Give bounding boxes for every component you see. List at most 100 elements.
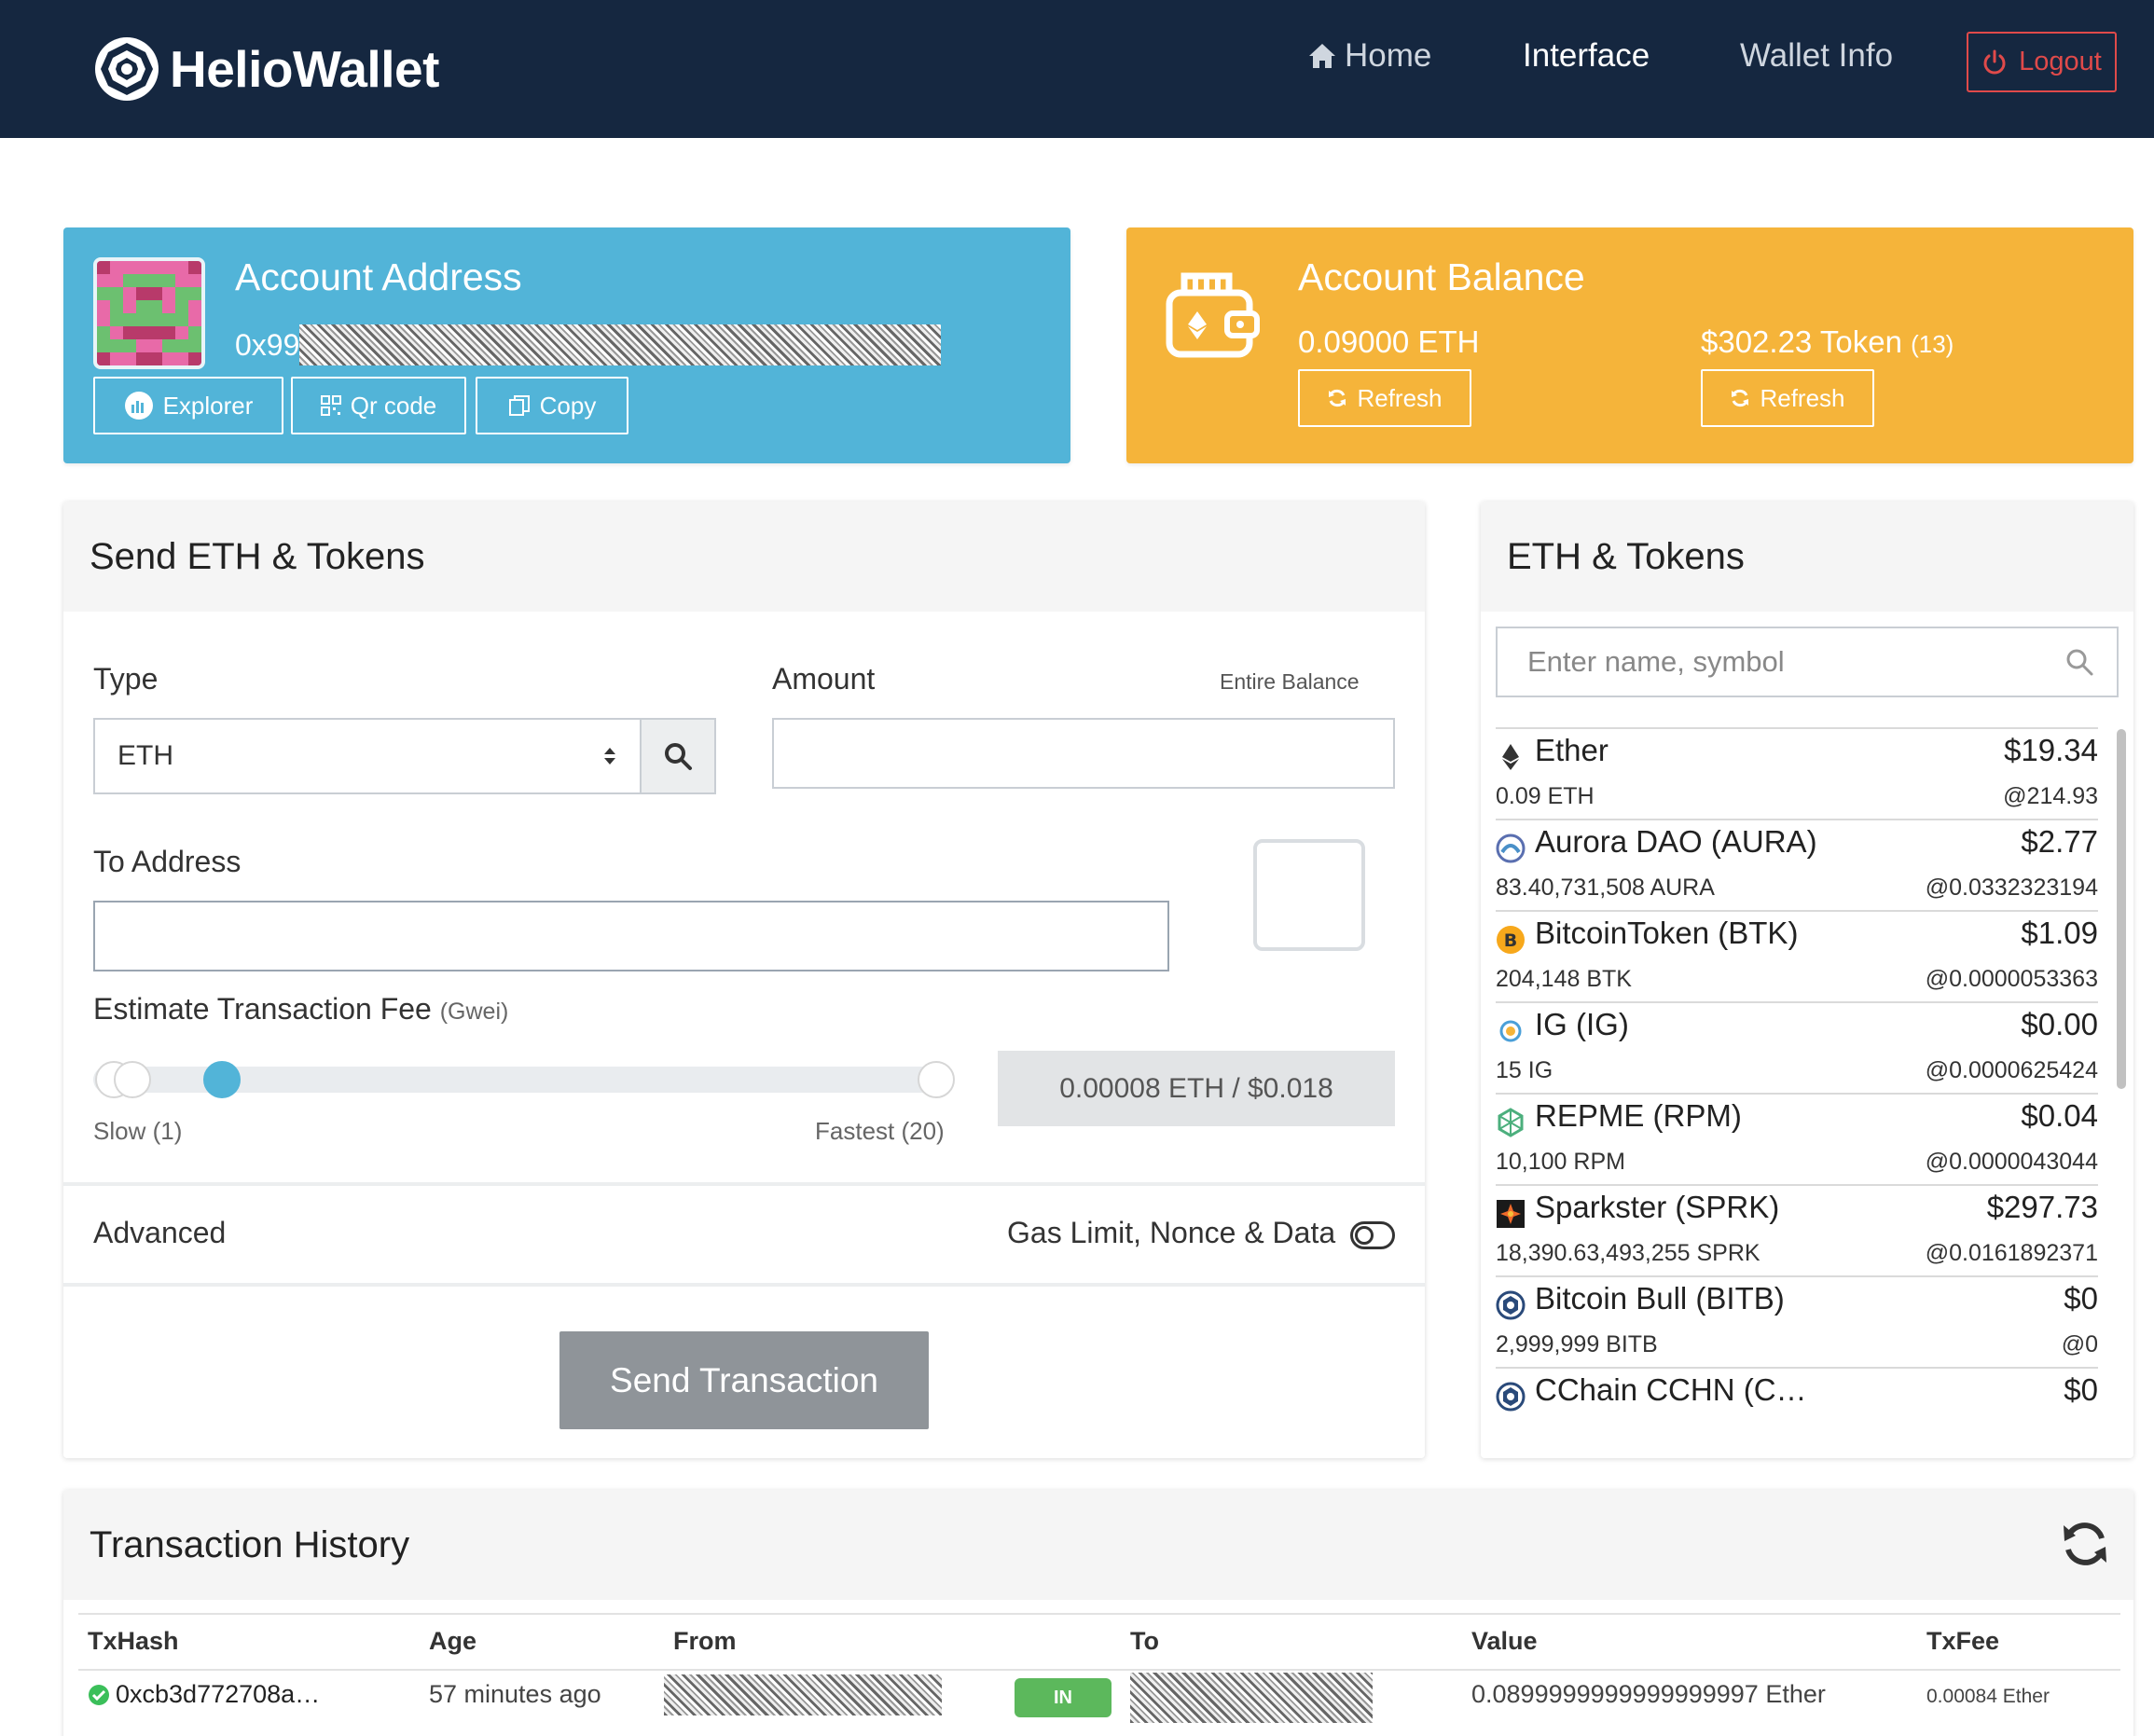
- account-address-title: Account Address: [235, 255, 522, 298]
- logout-label: Logout: [2019, 47, 2102, 76]
- copy-label: Copy: [539, 391, 597, 420]
- refresh-icon: [1329, 389, 1346, 407]
- token-search-input[interactable]: Enter name, symbol: [1496, 627, 2119, 697]
- col-age: Age: [429, 1627, 477, 1655]
- tx-value: 0.0899999999999999997 Ether: [1471, 1680, 1826, 1708]
- slider-slow-label: Slow (1): [93, 1117, 183, 1145]
- gas-slider-min-knob-overlap: [114, 1061, 151, 1098]
- send-transaction-button[interactable]: Send Transaction: [559, 1331, 929, 1429]
- brand-logo[interactable]: HelioWallet: [93, 26, 439, 112]
- search-icon: [665, 743, 692, 770]
- fee-estimate-box: 0.00008 ETH / $0.018: [998, 1051, 1395, 1126]
- token-row-ig[interactable]: IG (IG) $0.00 15 IG @0.0000625424: [1496, 1001, 2098, 1093]
- token-rate: @0.0000053363: [1925, 966, 2098, 992]
- explorer-button[interactable]: Explorer: [93, 377, 283, 434]
- token-name: Ether: [1535, 733, 1609, 767]
- advanced-toggle-switch[interactable]: [1350, 1221, 1395, 1249]
- token-name: Aurora DAO (AURA): [1535, 824, 1817, 859]
- toggle-knob: [1355, 1226, 1374, 1245]
- gas-slider-handle[interactable]: [203, 1061, 241, 1098]
- token-rate: @0.0161892371: [1925, 1240, 2098, 1266]
- col-value: Value: [1471, 1627, 1538, 1655]
- qr-code-icon: [320, 395, 341, 416]
- to-address-input[interactable]: [93, 901, 1169, 971]
- type-search-button[interactable]: [640, 718, 716, 794]
- token-row-cchn[interactable]: CChain CCHN (C… $0: [1496, 1367, 2098, 1423]
- token-value: $0: [2064, 1281, 2098, 1316]
- token-name: BitcoinToken (BTK): [1535, 916, 1799, 950]
- token-balance: 204,148 BTK: [1496, 966, 1632, 992]
- search-icon: [2066, 649, 2093, 676]
- token-value: $2.77: [2021, 824, 2098, 859]
- token-row-btk[interactable]: B BitcoinToken (BTK) $1.09 204,148 BTK @…: [1496, 910, 2098, 1001]
- token-balance: 83.40,731,508 AURA: [1496, 875, 1715, 901]
- token-row-bitb[interactable]: Bitcoin Bull (BITB) $0 2,999,999 BITB @0: [1496, 1275, 2098, 1367]
- token-row-aura[interactable]: Aurora DAO (AURA) $2.77 83.40,731,508 AU…: [1496, 819, 2098, 910]
- ig-icon: [1499, 1020, 1522, 1042]
- token-row-ether[interactable]: Ether $19.34 0.09 ETH @214.93: [1496, 727, 2098, 819]
- direction-badge: IN: [1015, 1678, 1112, 1717]
- explorer-label: Explorer: [162, 391, 254, 420]
- qr-code-button[interactable]: Qr code: [291, 377, 466, 434]
- nav-interface[interactable]: Interface: [1523, 37, 1650, 75]
- token-rate: @0.0000625424: [1925, 1057, 2098, 1083]
- token-rate: @0.0332323194: [1925, 875, 2098, 901]
- cchain-icon: [1496, 1382, 1526, 1412]
- nav-interface-label: Interface: [1523, 37, 1650, 74]
- token-rate: @0: [2061, 1331, 2098, 1357]
- advanced-divider-bottom: [63, 1283, 1425, 1287]
- identicon-avatar: [93, 257, 205, 369]
- fee-unit: (Gwei): [439, 999, 509, 1025]
- tx-hash-link[interactable]: 0xcb3d772708a…: [116, 1680, 320, 1709]
- address-prefix: 0x99: [235, 327, 300, 362]
- account-address-value[interactable]: 0x99: [235, 324, 942, 365]
- token-row-rpm[interactable]: REPME (RPM) $0.04 10,100 RPM @0.00000430…: [1496, 1093, 2098, 1184]
- nav-home[interactable]: Home: [1307, 37, 1431, 75]
- token-balance: 0.09 ETH: [1496, 783, 1595, 809]
- tx-fee: 0.00084 Ether: [1926, 1686, 2050, 1707]
- token-balance: 10,100 RPM: [1496, 1149, 1625, 1175]
- home-icon: [1309, 44, 1335, 68]
- transaction-history-title: Transaction History: [63, 1490, 2133, 1600]
- col-txhash: TxHash: [88, 1627, 179, 1655]
- token-value: $0.00: [2021, 1007, 2098, 1041]
- explorer-icon: [124, 392, 153, 420]
- nav-wallet-info[interactable]: Wallet Info: [1740, 37, 1893, 75]
- send-panel: Send ETH & Tokens: [63, 502, 1425, 1458]
- repme-icon: [1498, 1108, 1524, 1137]
- token-rate: @0.0000043044: [1925, 1149, 2098, 1175]
- type-select[interactable]: ETH: [93, 718, 642, 794]
- refresh-token-button[interactable]: Refresh: [1701, 369, 1874, 427]
- copy-icon: [508, 395, 530, 416]
- ether-icon: [1502, 744, 1519, 770]
- address-identicon-placeholder: [1253, 839, 1365, 951]
- token-list-scrollbar[interactable]: [2117, 729, 2126, 1089]
- amount-input[interactable]: [772, 718, 1395, 789]
- token-name: REPME (RPM): [1535, 1098, 1742, 1133]
- refresh-token-label: Refresh: [1760, 383, 1845, 412]
- token-name: IG (IG): [1535, 1007, 1629, 1041]
- fee-label: Estimate Transaction Fee (Gwei): [93, 992, 508, 1026]
- token-row-sprk[interactable]: Sparkster (SPRK) $297.73 18,390.63,493,2…: [1496, 1184, 2098, 1275]
- nav-home-label: Home: [1345, 37, 1432, 74]
- advanced-toggle-label: Gas Limit, Nonce & Data: [1007, 1216, 1336, 1249]
- aurora-icon: [1496, 834, 1526, 863]
- token-balance: $302.23 Token (13): [1701, 324, 1954, 360]
- nav-wallet-info-label: Wallet Info: [1740, 37, 1894, 74]
- bitcoin-token-icon: B: [1497, 926, 1525, 954]
- account-address-card: Account Address 0x99 Explorer Qr code Co…: [63, 227, 1070, 463]
- redacted-to-address: [1130, 1673, 1373, 1723]
- logout-button[interactable]: Logout: [1967, 32, 2117, 92]
- token-value: $297.73: [1986, 1190, 2098, 1224]
- token-value: $0.04: [2021, 1098, 2098, 1133]
- refresh-eth-label: Refresh: [1357, 383, 1443, 412]
- token-value: $19.34: [2004, 733, 2098, 767]
- refresh-eth-button[interactable]: Refresh: [1298, 369, 1471, 427]
- tokens-panel-title: ETH & Tokens: [1481, 502, 2133, 612]
- brand-name: HelioWallet: [170, 40, 439, 98]
- copy-button[interactable]: Copy: [476, 377, 628, 434]
- refresh-history-icon[interactable]: [2061, 1520, 2109, 1568]
- slider-fastest-label: Fastest (20): [815, 1117, 945, 1145]
- entire-balance-link[interactable]: Entire Balance: [1220, 669, 1360, 695]
- gas-slider-max-knob: [918, 1061, 955, 1098]
